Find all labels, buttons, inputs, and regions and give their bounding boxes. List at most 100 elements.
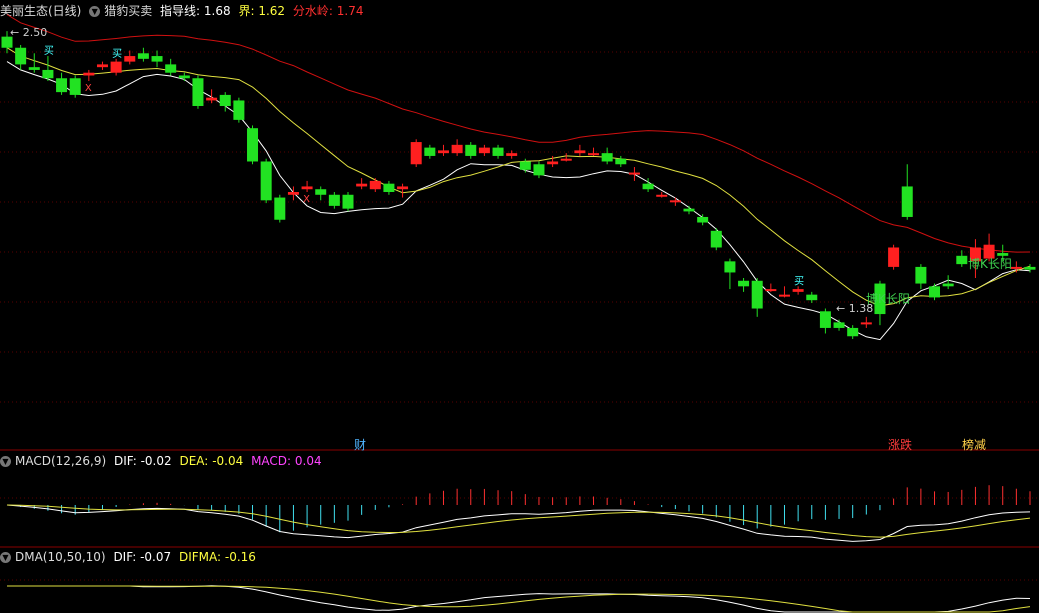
- candle-body: [901, 186, 913, 217]
- candle-body: [206, 97, 218, 101]
- chevron-down-icon[interactable]: ▼: [0, 456, 11, 467]
- macd-macd-label: MACD:: [251, 454, 292, 468]
- candle-body: [819, 311, 831, 328]
- candle-body: [656, 194, 668, 197]
- candle-body: [451, 144, 463, 154]
- event-tag-list-reduce[interactable]: 榜减: [962, 437, 986, 453]
- candle-body: [533, 164, 545, 176]
- macd-header: ▼ MACD(12,26,9) DIF: -0.02 DEA: -0.04 MAC…: [0, 451, 326, 471]
- candle-body: [860, 322, 872, 325]
- candle-body: [274, 197, 286, 220]
- candle-body: [42, 69, 54, 79]
- candle-body: [260, 161, 272, 201]
- annotation-bo-k-2: 博K长阳: [968, 257, 1012, 271]
- sell-marker: X: [85, 83, 92, 94]
- candle-body: [506, 153, 518, 156]
- candle-body: [424, 147, 436, 156]
- candle-body: [96, 64, 108, 68]
- macd-dif-line: [6, 504, 1031, 542]
- candle-body: [301, 186, 313, 190]
- candle-body: [410, 142, 422, 165]
- dma-difma-label: DIFMA:: [178, 550, 222, 564]
- ma-long-line: [6, 14, 1031, 253]
- dma-dif-line: [7, 585, 1031, 613]
- candle-body: [465, 144, 477, 156]
- candle-body: [15, 47, 27, 65]
- candle-body: [287, 192, 299, 195]
- candle-body: [833, 322, 845, 328]
- candle-body: [110, 61, 122, 73]
- candle-body: [738, 280, 750, 287]
- dma-label[interactable]: DMA(10,50,10): [15, 550, 106, 564]
- event-tag-finance[interactable]: 财: [354, 437, 366, 453]
- candle-body: [615, 158, 627, 165]
- candle-body: [219, 94, 231, 106]
- candle-body: [956, 255, 968, 265]
- candle-body: [642, 183, 654, 190]
- high-price-label: ← 2.50: [10, 26, 48, 39]
- candle-body: [124, 56, 136, 62]
- candle-body: [792, 289, 804, 292]
- candle-body: [806, 294, 818, 301]
- macd-dif-value: -0.02: [140, 454, 172, 468]
- buy-marker: 买: [112, 48, 122, 60]
- dma-dif-label: DIF:: [113, 550, 137, 564]
- candle-body: [437, 150, 449, 154]
- macd-dea-line: [6, 504, 1031, 538]
- candle-body: [697, 216, 709, 223]
- candle-body: [1010, 266, 1022, 269]
- dma-difma-line: [7, 585, 1031, 613]
- buy-marker: 买: [794, 275, 804, 287]
- macd-label[interactable]: MACD(12,26,9): [15, 454, 106, 468]
- chevron-down-icon[interactable]: ▼: [0, 552, 11, 563]
- candle-body: [356, 183, 368, 187]
- candle-body: [83, 72, 95, 76]
- macd-dea-label: DEA:: [179, 454, 209, 468]
- candle-body: [492, 147, 504, 156]
- candle-body: [588, 153, 600, 156]
- candle-body: [56, 78, 68, 93]
- candle-body: [683, 208, 695, 212]
- candle-body: [724, 261, 736, 273]
- candle-body: [778, 294, 790, 297]
- candle-body: [69, 78, 81, 95]
- candle-body: [233, 100, 245, 120]
- sell-marker: X: [303, 194, 310, 205]
- candle-body: [192, 78, 204, 106]
- candle-body: [28, 67, 40, 70]
- candle-body: [765, 289, 777, 292]
- candle-body: [397, 186, 409, 190]
- candle-body: [929, 286, 941, 298]
- candle-body: [247, 128, 259, 162]
- candle-body: [151, 56, 163, 62]
- candle-body: [137, 53, 149, 59]
- candle-body: [519, 161, 531, 170]
- buy-marker: 买: [44, 45, 54, 57]
- candle-body: [574, 150, 586, 154]
- macd-dea-value: -0.04: [212, 454, 244, 468]
- candle-body: [315, 189, 327, 195]
- candle-body: [669, 200, 681, 203]
- event-tag-limit[interactable]: 涨跌: [888, 437, 912, 453]
- annotation-bo-k-1: 博K长阳: [866, 292, 910, 306]
- candle-body: [478, 147, 490, 154]
- dma-header: ▼ DMA(10,50,10) DIF: -0.07 DIFMA: -0.16: [0, 547, 260, 567]
- candle-body: [942, 283, 954, 287]
- candle-body: [342, 194, 354, 209]
- candle-body: [369, 180, 381, 190]
- candle-body: [710, 230, 722, 248]
- candle-body: [847, 327, 859, 337]
- candle-body: [383, 183, 395, 192]
- dma-difma-value: -0.16: [224, 550, 256, 564]
- candle-body: [547, 161, 559, 165]
- dma-dif-value: -0.07: [140, 550, 172, 564]
- macd-macd-value: 0.04: [294, 454, 322, 468]
- candle-body: [165, 64, 177, 73]
- candle-body: [628, 172, 640, 175]
- candle-body: [1024, 266, 1036, 270]
- macd-dif-label: DIF:: [113, 454, 137, 468]
- candle-body: [915, 266, 927, 284]
- candle-body: [178, 75, 190, 79]
- candle-body: [751, 280, 763, 309]
- candle-body: [601, 153, 613, 162]
